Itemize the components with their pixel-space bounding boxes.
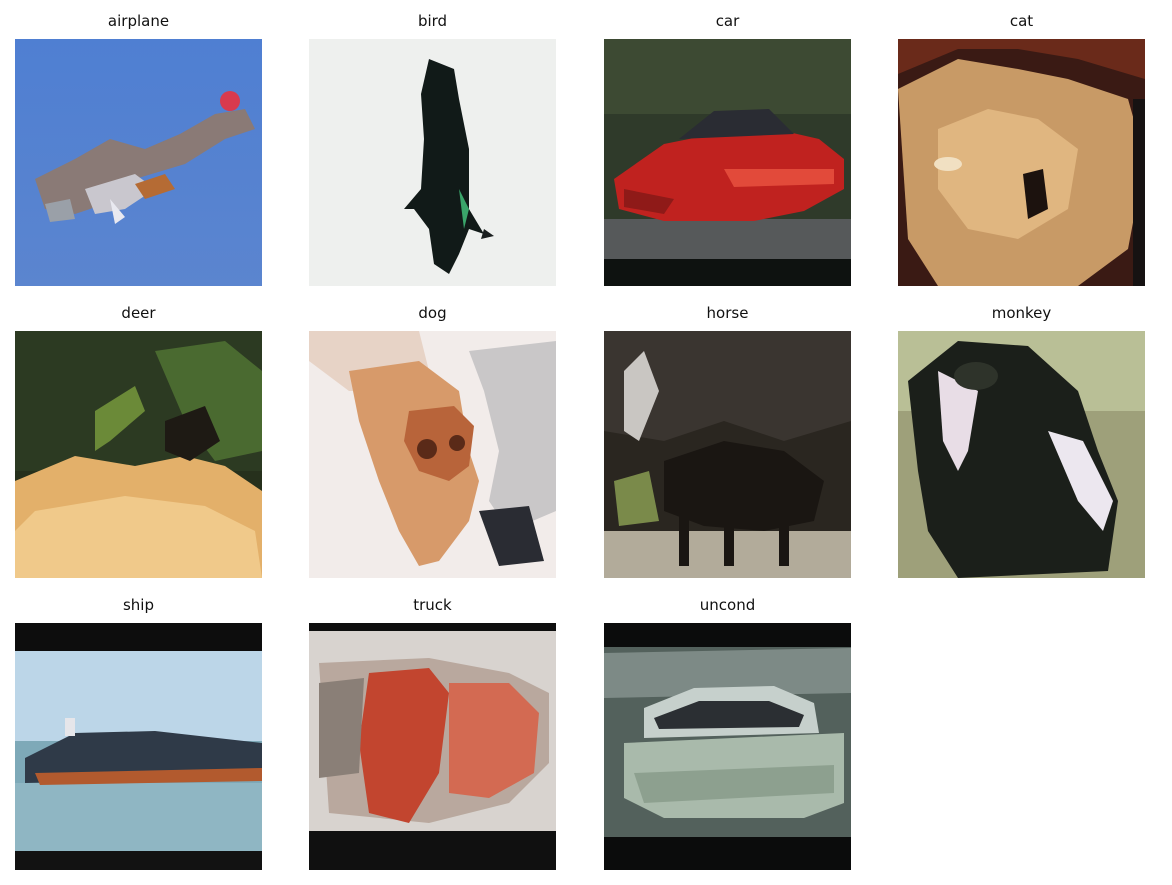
truck-image: [309, 623, 556, 870]
panel-title: monkey: [991, 304, 1052, 322]
car-image: [604, 39, 851, 286]
uncond-image: [604, 623, 851, 870]
bird-image: [309, 39, 556, 286]
ship-image: [15, 623, 262, 870]
panel-title: truck: [413, 596, 452, 614]
horse-image: [604, 331, 851, 578]
panel-title: horse: [706, 304, 749, 322]
panel-title: airplane: [107, 12, 170, 30]
deer-image: [15, 331, 262, 578]
airplane-image: [15, 39, 262, 286]
panel-title: dog: [418, 304, 447, 322]
panel-title: uncond: [699, 596, 756, 614]
panel-title: cat: [1009, 12, 1034, 30]
panel-title: car: [715, 12, 740, 30]
cat-image: [898, 39, 1145, 286]
panel-title: deer: [121, 304, 156, 322]
monkey-image: [898, 331, 1145, 578]
panel-title: ship: [122, 596, 154, 614]
panel-title: bird: [417, 12, 448, 30]
dog-image: [309, 331, 556, 578]
